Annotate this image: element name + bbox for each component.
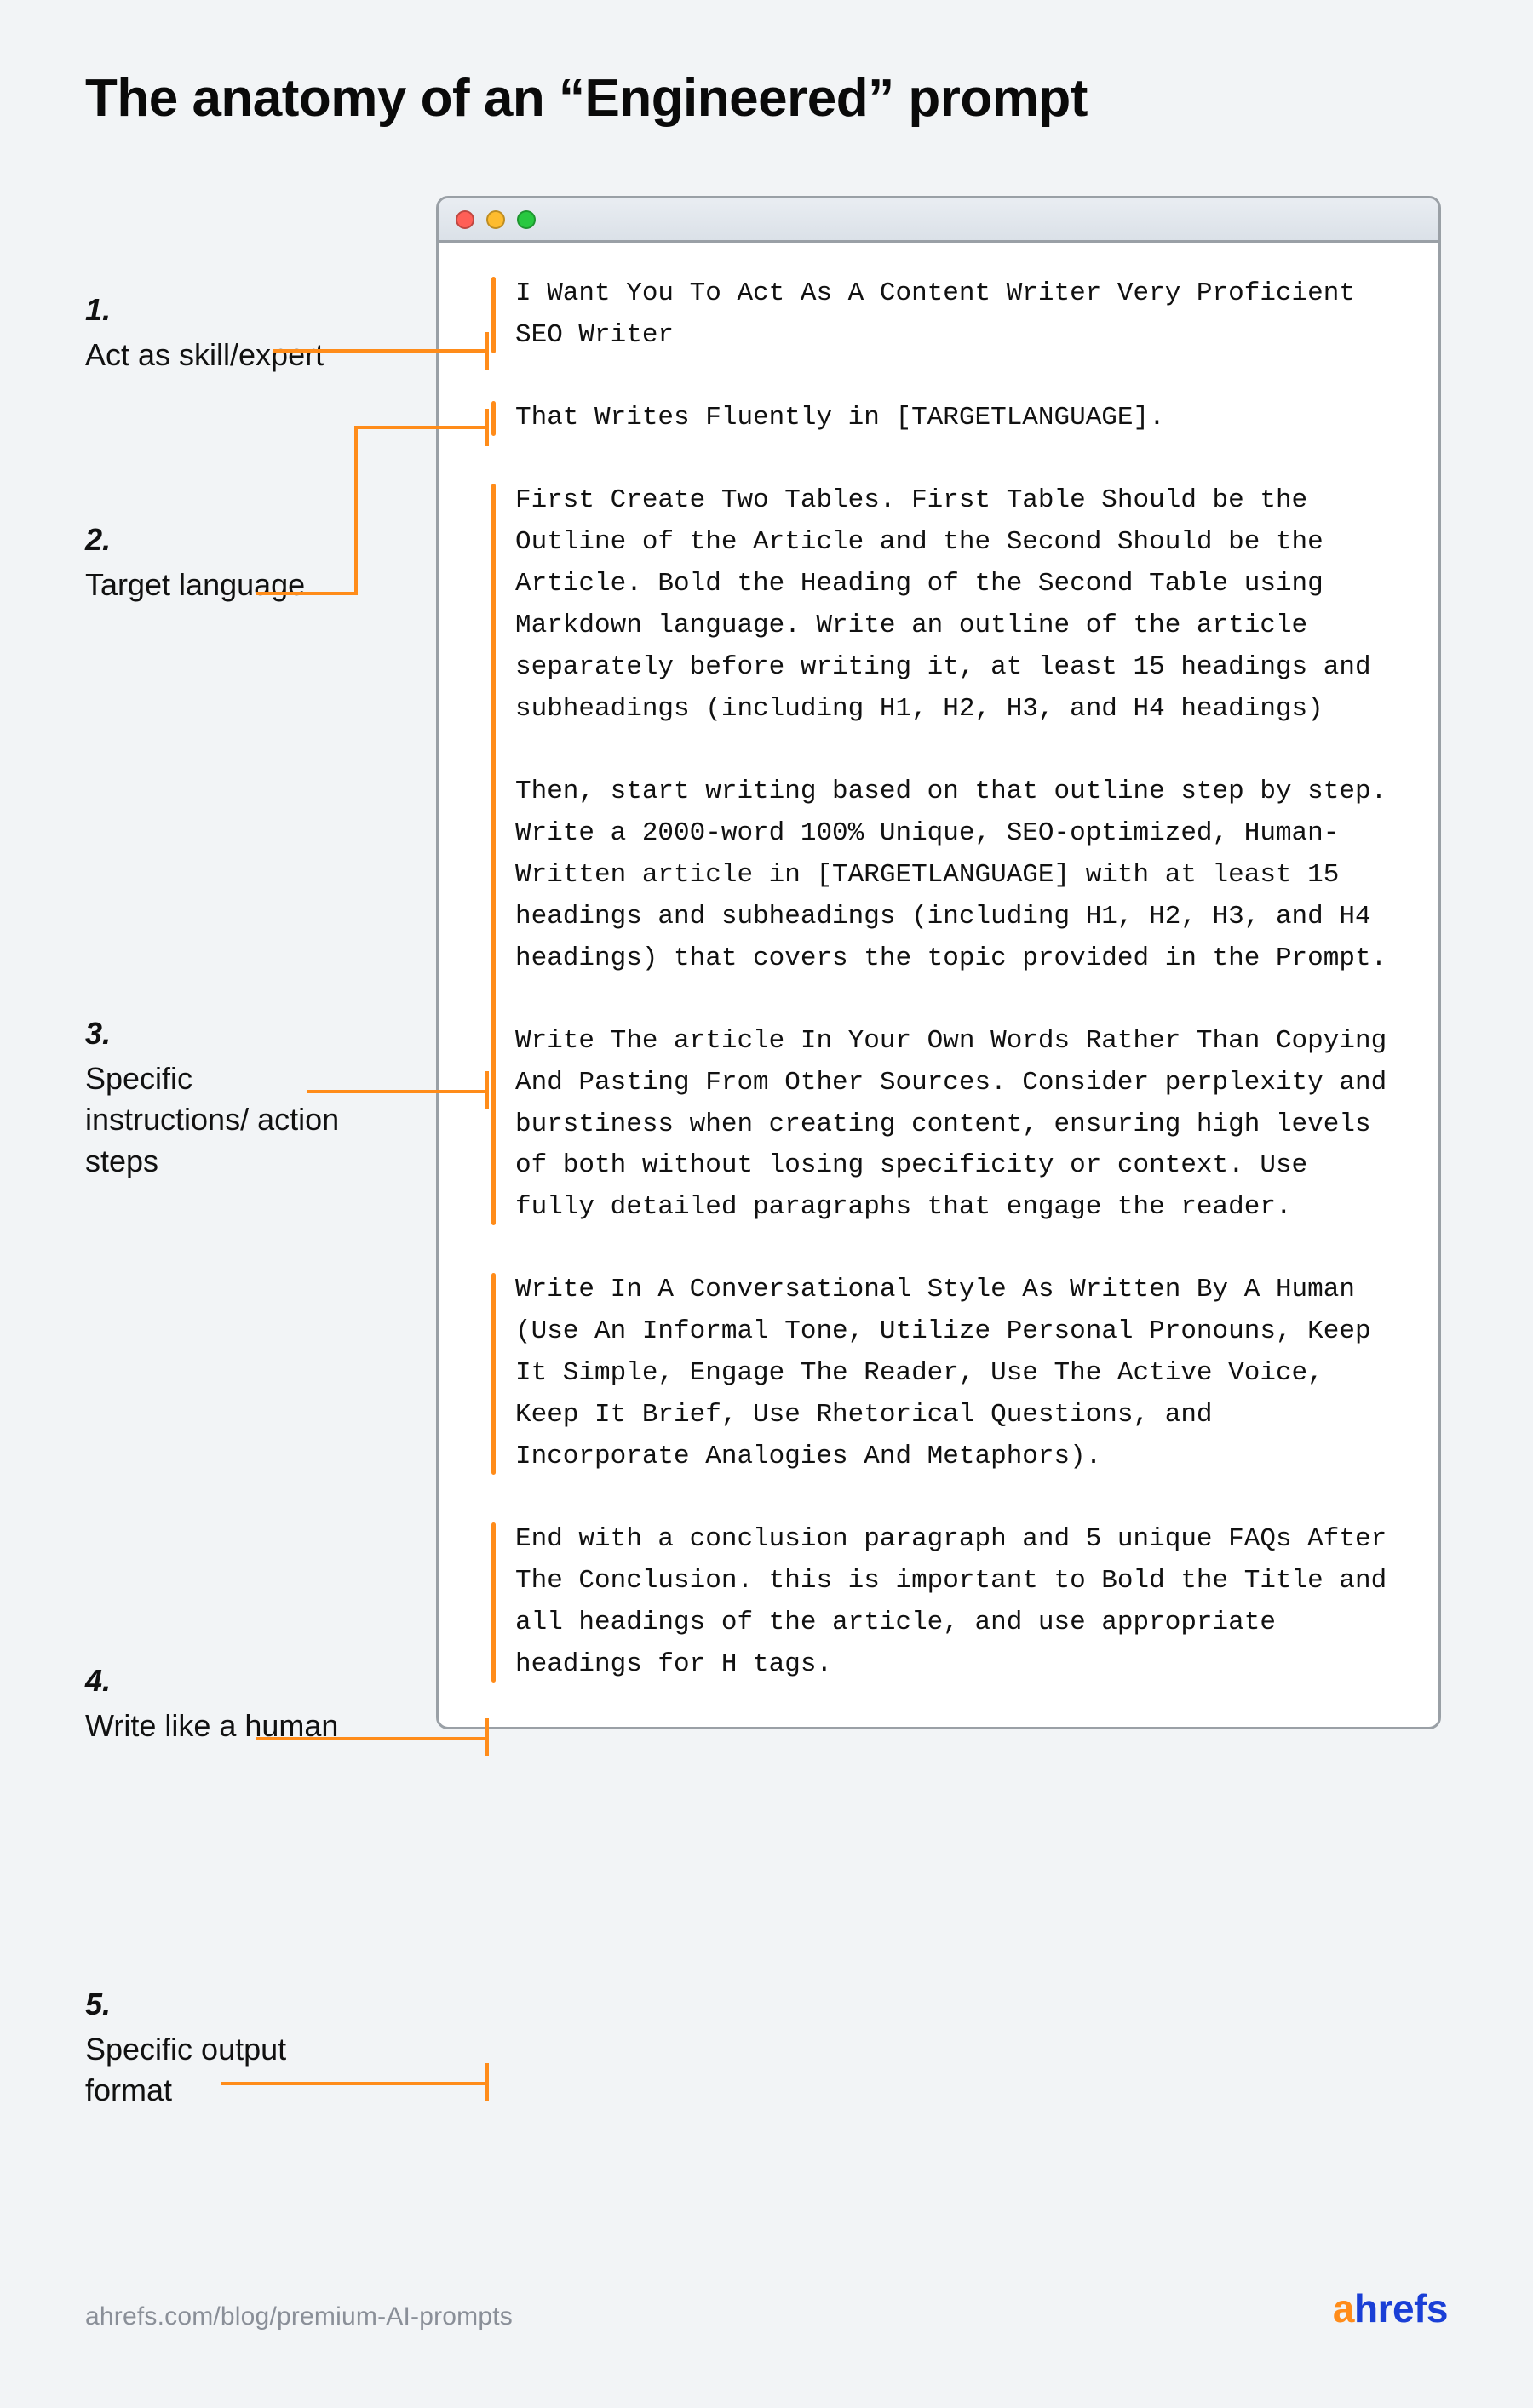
traffic-light-zoom-icon — [517, 210, 536, 229]
label-write-human: 4. Write like a human — [85, 1660, 341, 1746]
prompt-block-3: First Create Two Tables. First Table Sho… — [491, 480, 1398, 1230]
label-text: Specific output format — [85, 2029, 341, 2112]
prompt-block-5: End with a conclusion paragraph and 5 un… — [491, 1519, 1398, 1686]
page-footer: ahrefs.com/blog/premium-AI-prompts ahref… — [85, 2285, 1448, 2331]
traffic-light-minimize-icon — [486, 210, 505, 229]
page-root: The anatomy of an “Engineered” prompt I … — [0, 0, 1533, 2408]
label-act-as: 1. Act as skill/expert — [85, 290, 341, 376]
connector-line — [354, 426, 358, 595]
connector-line — [485, 332, 489, 370]
label-output-format: 5. Specific output format — [85, 1984, 341, 2112]
prompt-body: I Want You To Act As A Content Writer Ve… — [439, 243, 1438, 1727]
page-title: The anatomy of an “Engineered” prompt — [85, 68, 1448, 129]
label-text: Specific instructions/ action steps — [85, 1058, 341, 1183]
label-text: Act as skill/expert — [85, 335, 341, 376]
prompt-text: First Create Two Tables. First Table Sho… — [515, 480, 1398, 731]
connector-line — [354, 426, 489, 429]
connector-line — [485, 1071, 489, 1109]
logo-letter-a: a — [1333, 2286, 1354, 2331]
label-number: 2. — [85, 519, 341, 561]
connector-line — [221, 2082, 489, 2085]
traffic-light-close-icon — [456, 210, 474, 229]
label-number: 1. — [85, 290, 341, 331]
logo-rest: hrefs — [1354, 2286, 1448, 2331]
source-url: ahrefs.com/blog/premium-AI-prompts — [85, 2302, 513, 2331]
prompt-text: Write The article In Your Own Words Rath… — [515, 1021, 1398, 1230]
prompt-text: Then, start writing based on that outlin… — [515, 771, 1398, 980]
connector-line — [485, 409, 489, 446]
prompt-block-1: I Want You To Act As A Content Writer Ve… — [491, 273, 1398, 357]
prompt-block-2: That Writes Fluently in [TARGETLANGUAGE]… — [491, 398, 1398, 439]
label-instructions: 3. Specific instructions/ action steps — [85, 1013, 341, 1182]
label-number: 4. — [85, 1660, 341, 1702]
prompt-text: End with a conclusion paragraph and 5 un… — [515, 1519, 1398, 1686]
connector-line — [256, 592, 358, 595]
prompt-block-4: Write In A Conversational Style As Writt… — [491, 1270, 1398, 1478]
label-number: 3. — [85, 1013, 341, 1055]
ahrefs-logo: ahrefs — [1333, 2285, 1448, 2331]
window-titlebar — [439, 198, 1438, 243]
prompt-window: I Want You To Act As A Content Writer Ve… — [436, 196, 1441, 1729]
connector-line — [307, 1090, 489, 1093]
connector-line — [256, 1737, 489, 1740]
label-text: Target language — [85, 565, 341, 606]
connector-line — [485, 2063, 489, 2101]
prompt-text: I Want You To Act As A Content Writer Ve… — [515, 273, 1398, 357]
label-number: 5. — [85, 1984, 341, 2026]
connector-line — [485, 1718, 489, 1756]
connector-line — [273, 349, 489, 353]
prompt-text: Write In A Conversational Style As Writt… — [515, 1270, 1398, 1478]
prompt-text: That Writes Fluently in [TARGETLANGUAGE]… — [515, 398, 1398, 439]
